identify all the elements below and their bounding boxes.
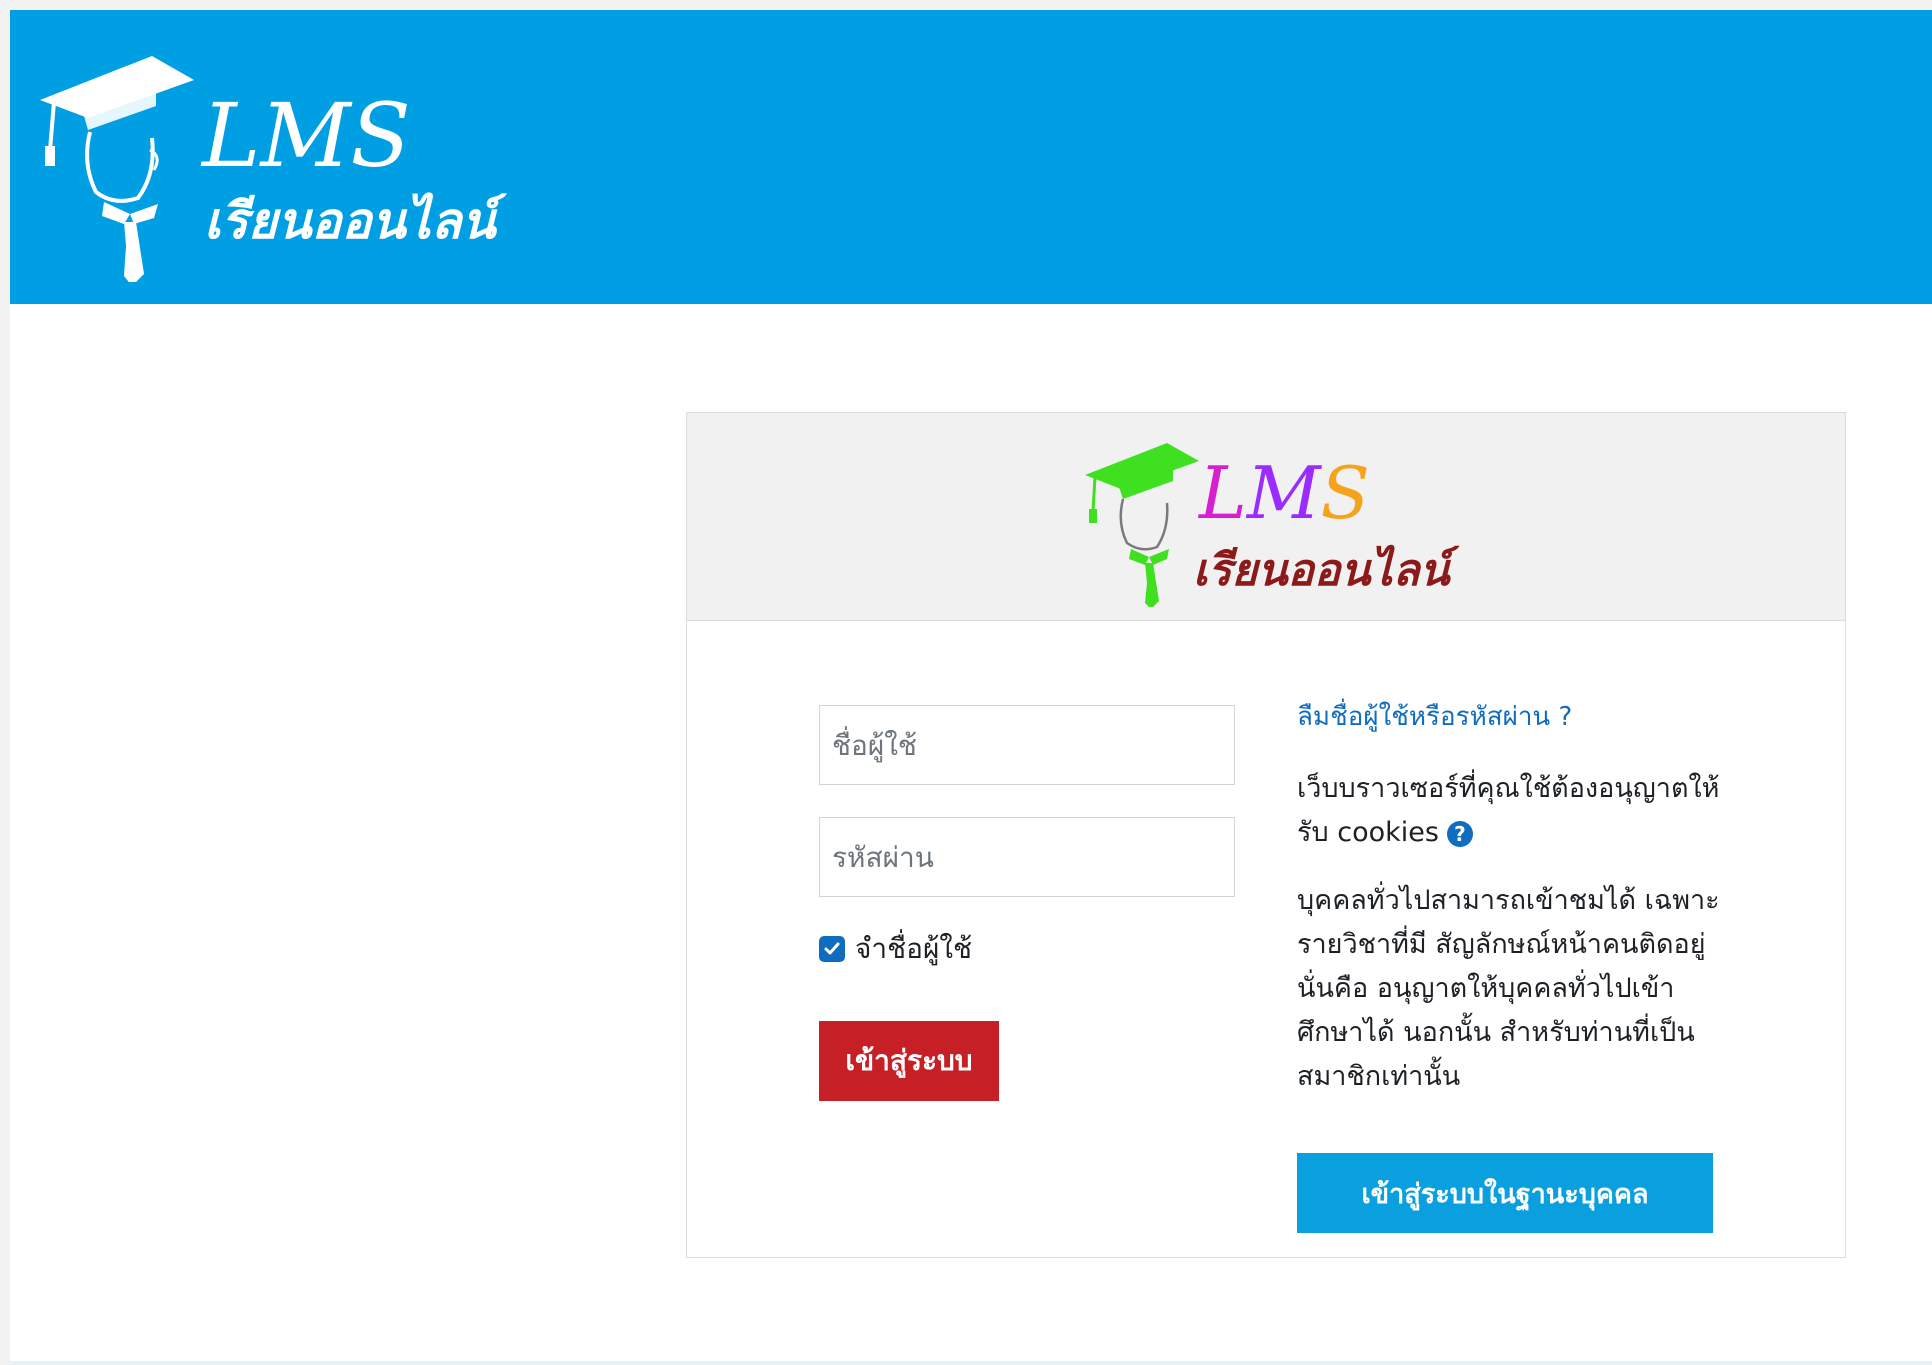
logo-letter-s: S xyxy=(1320,451,1370,535)
header-logo[interactable]: LMS เรียนออนไลน์ xyxy=(32,46,552,282)
guest-login-button[interactable]: เข้าสู่ระบบในฐานะบุคคล xyxy=(1297,1153,1713,1233)
site-header: LMS เรียนออนไลน์ xyxy=(10,10,1932,304)
graduate-logo-icon xyxy=(1085,443,1199,607)
page: LMS เรียนออนไลน์ LMS เรียนออนไลน์ ชื่อผู… xyxy=(0,0,1932,1365)
login-button[interactable]: เข้าสู่ระบบ xyxy=(819,1021,999,1101)
page-content: LMS เรียนออนไลน์ LMS เรียนออนไลน์ ชื่อผู… xyxy=(10,10,1932,1365)
forgot-password-link[interactable]: ลืมชื่อผู้ใช้หรือรหัสผ่าน ? xyxy=(1297,693,1737,741)
graduate-logo-icon xyxy=(40,56,194,282)
card-logo-subtitle: เรียนออนไลน์ xyxy=(1193,545,1450,596)
logo-letter-m: M xyxy=(1246,451,1321,535)
password-input[interactable] xyxy=(819,817,1235,897)
remember-label: จำชื่อผู้ใช้ xyxy=(855,932,973,965)
card-logo-title: LMS xyxy=(1199,451,1370,535)
header-logo-subtitle: เรียนออนไลน์ xyxy=(204,191,496,250)
username-input[interactable] xyxy=(819,705,1235,785)
check-icon xyxy=(824,942,840,955)
header-logo-title: LMS xyxy=(202,84,411,187)
login-card: LMS เรียนออนไลน์ จำชื่อผู้ใช้ เข้าสู่ระบ… xyxy=(686,412,1846,1258)
login-info: ลืมชื่อผู้ใช้หรือรหัสผ่าน ? เว็บบราวเซอร… xyxy=(1297,693,1737,1099)
logo-letter-l: L xyxy=(1199,451,1247,535)
remember-username[interactable]: จำชื่อผู้ใช้ xyxy=(819,929,972,969)
question-circle-icon[interactable]: ? xyxy=(1446,820,1473,847)
cookie-notice-text: เว็บบราวเซอร์ที่คุณใช้ต้องอนุญาตให้รับ c… xyxy=(1297,773,1720,848)
page-bottom-border xyxy=(10,1361,1932,1365)
cookie-notice: เว็บบราวเซอร์ที่คุณใช้ต้องอนุญาตให้รับ c… xyxy=(1297,767,1737,855)
guest-notice: บุคคลทั่วไปสามารถเข้าชมได้ เฉพาะรายวิชาท… xyxy=(1297,885,1720,1092)
login-card-header: LMS เรียนออนไลน์ xyxy=(687,413,1845,621)
login-card-logo: LMS เรียนออนไลน์ xyxy=(1081,437,1481,607)
remember-checkbox[interactable] xyxy=(819,936,845,962)
